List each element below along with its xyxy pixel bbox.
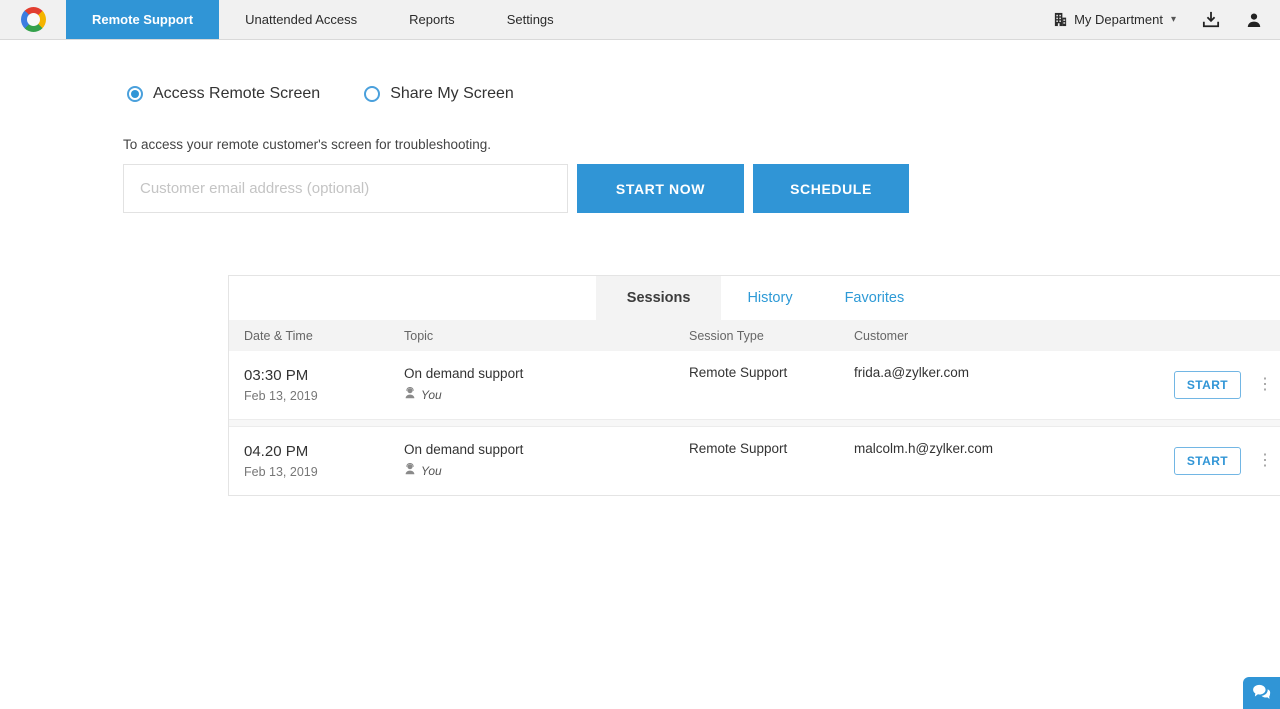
session-time: 03:30 PM [244,367,404,384]
start-session-form: START NOW SCHEDULE [123,164,1280,213]
session-topic: On demand support [404,366,689,381]
customer-email-input[interactable] [123,164,568,213]
start-now-button[interactable]: START NOW [577,164,744,213]
nav-tab-reports[interactable]: Reports [383,0,481,39]
building-icon [1053,12,1068,27]
column-header-session-type: Session Type [689,329,854,343]
start-session-button[interactable]: START [1174,447,1241,475]
user-menu-button[interactable] [1246,12,1262,28]
cell-session-type: Remote Support [689,439,854,456]
radio-access-remote-screen[interactable]: Access Remote Screen [127,85,320,103]
download-icon [1202,11,1220,28]
main-content: Access Remote Screen Share My Screen To … [0,40,1280,496]
tab-history[interactable]: History [721,276,818,320]
navbar-right: My Department ▾ [1053,0,1280,39]
start-session-button[interactable]: START [1174,371,1241,399]
technician-icon [404,386,416,404]
cell-topic: On demand support You [404,442,689,480]
top-navbar: Remote Support Unattended Access Reports… [0,0,1280,40]
main-nav: Remote Support Unattended Access Reports… [66,0,580,39]
session-date: Feb 13, 2019 [244,465,404,479]
radio-share-my-screen[interactable]: Share My Screen [364,85,514,103]
cell-session-type: Remote Support [689,363,854,380]
schedule-button[interactable]: SCHEDULE [753,164,909,213]
cell-actions: START ⋮ [1147,447,1280,475]
row-menu-kebab-icon[interactable]: ⋮ [1257,377,1273,393]
download-button[interactable] [1202,11,1220,28]
sessions-tab-strip: Sessions History Favorites [229,276,1280,320]
cell-date-time: 03:30 PM Feb 13, 2019 [244,367,404,403]
session-topic: On demand support [404,442,689,457]
row-divider [229,419,1280,427]
cell-date-time: 04.20 PM Feb 13, 2019 [244,443,404,479]
session-time: 04.20 PM [244,443,404,460]
nav-tab-unattended-access[interactable]: Unattended Access [219,0,383,39]
session-mode-selector: Access Remote Screen Share My Screen [127,85,1280,103]
assist-ring-logo-icon [21,7,46,32]
sessions-card: Sessions History Favorites Date & Time T… [228,275,1280,496]
cell-topic: On demand support You [404,366,689,404]
app-logo[interactable] [0,0,66,39]
session-date: Feb 13, 2019 [244,389,404,403]
mode-description: To access your remote customer's screen … [123,137,1280,152]
chevron-down-icon: ▾ [1171,14,1176,25]
radio-label: Access Remote Screen [153,85,320,103]
chat-bubbles-icon [1252,684,1272,703]
session-owner: You [421,464,442,478]
radio-unselected-icon [364,86,380,102]
user-icon [1246,12,1262,28]
table-header: Date & Time Topic Session Type Customer [229,320,1280,351]
session-owner: You [421,388,442,402]
column-header-date-time: Date & Time [244,329,404,343]
table-row: 03:30 PM Feb 13, 2019 On demand support … [229,351,1280,419]
technician-icon [404,462,416,480]
tab-sessions[interactable]: Sessions [596,276,722,320]
cell-actions: START ⋮ [1147,371,1280,399]
tab-favorites[interactable]: Favorites [819,276,931,320]
row-menu-kebab-icon[interactable]: ⋮ [1257,453,1273,469]
department-label: My Department [1074,12,1163,27]
table-row: 04.20 PM Feb 13, 2019 On demand support … [229,427,1280,495]
cell-customer-email: frida.a@zylker.com [854,363,1147,380]
cell-customer-email: malcolm.h@zylker.com [854,439,1147,456]
department-dropdown[interactable]: My Department ▾ [1053,12,1176,27]
column-header-topic: Topic [404,329,689,343]
chat-launcher-button[interactable] [1243,677,1280,709]
nav-tab-settings[interactable]: Settings [481,0,580,39]
radio-selected-icon [127,86,143,102]
column-header-customer: Customer [854,329,1147,343]
nav-tab-remote-support[interactable]: Remote Support [66,0,219,39]
radio-label: Share My Screen [390,85,514,103]
